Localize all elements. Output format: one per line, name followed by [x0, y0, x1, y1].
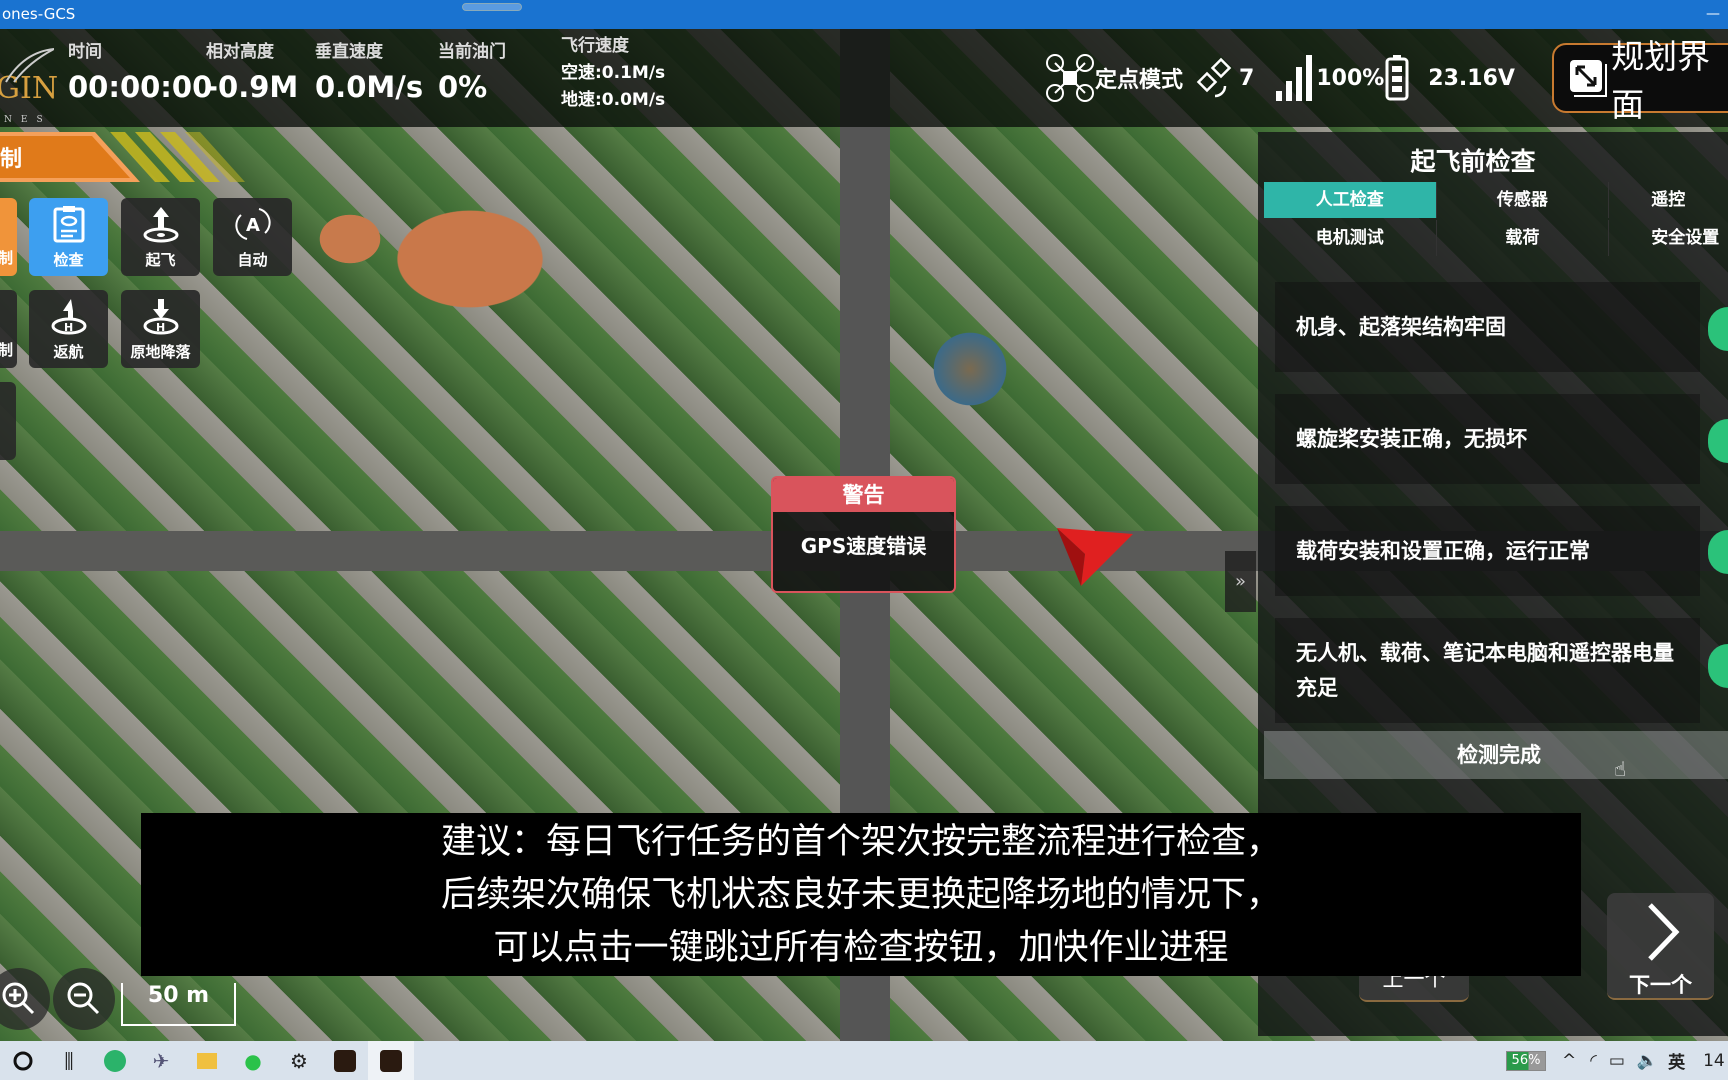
- warning-dialog: 警告 GPS速度错误: [771, 476, 956, 593]
- mouse-cursor-icon: ☝: [1614, 757, 1627, 781]
- tab-safety[interactable]: 安全设置: [1609, 220, 1728, 256]
- stat-altitude: 相对高度 -0.9M: [206, 42, 299, 104]
- check-item: 无人机、载荷、笔记本电脑和遥控器电量充足: [1275, 618, 1700, 723]
- control-button-manual-2[interactable]: 制: [0, 290, 17, 368]
- clock[interactable]: 14: [1703, 1051, 1725, 1071]
- panel-collapse-button[interactable]: »: [1225, 551, 1256, 612]
- chevron-right-icon: [1647, 903, 1679, 961]
- warning-message: GPS速度错误: [800, 534, 927, 558]
- check-item: 载荷安装和设置正确，运行正常: [1275, 506, 1700, 596]
- control-button-land[interactable]: H 原地降落: [121, 290, 200, 368]
- takeoff-icon: [143, 206, 178, 242]
- settings-icon[interactable]: ⚙: [276, 1041, 322, 1080]
- brand-logo: GIN NES: [0, 39, 60, 125]
- satellite-count: 7: [1239, 65, 1255, 91]
- wechat-icon[interactable]: ●: [230, 1041, 276, 1080]
- check-toggle[interactable]: [1708, 307, 1728, 351]
- panel-title: 起飞前检查: [1410, 147, 1536, 176]
- control-button-takeoff[interactable]: 起飞: [121, 198, 200, 276]
- control-banner: 制: [0, 132, 245, 182]
- subtitle-caption: 建议：每日飞行任务的首个架次按完整流程进行检查， 后续架次确保飞机状态良好未更换…: [141, 813, 1581, 976]
- warning-title: 警告: [773, 478, 954, 512]
- auto-mode-icon: A: [234, 207, 271, 240]
- control-button-check[interactable]: 检查: [29, 198, 108, 276]
- titlebar-handle[interactable]: [462, 3, 522, 11]
- svg-text:A: A: [246, 215, 260, 236]
- zoom-out-icon: [67, 982, 100, 1015]
- minimize-button[interactable]: —: [1706, 0, 1720, 29]
- chevron-up-icon[interactable]: ^: [1562, 1051, 1576, 1071]
- stat-time: 时间 00:00:00: [68, 42, 213, 104]
- control-button-manual[interactable]: 制: [0, 198, 17, 276]
- land-icon: H: [143, 298, 178, 334]
- stat-throttle: 当前油门 0%: [438, 42, 506, 104]
- plan-view-button[interactable]: 规划界面: [1552, 37, 1728, 124]
- check-toggle[interactable]: [1708, 530, 1728, 574]
- drone-icon: [1046, 54, 1094, 102]
- map-scale-bar: 50 m: [121, 983, 236, 1026]
- return-home-icon: H: [51, 298, 86, 334]
- app-icon-green[interactable]: [92, 1041, 138, 1080]
- tab-motor-test[interactable]: 电机测试: [1264, 220, 1437, 256]
- tab-sensors[interactable]: 传感器: [1437, 182, 1610, 218]
- battery-indicator[interactable]: 56%: [1506, 1050, 1546, 1071]
- banner-label: 制: [0, 147, 22, 172]
- check-item: 螺旋桨安装正确，无损坏: [1275, 394, 1700, 484]
- gcs-app-icon[interactable]: [322, 1041, 368, 1080]
- search-icon[interactable]: [0, 1041, 46, 1080]
- svg-text:H: H: [156, 321, 165, 334]
- tab-payload[interactable]: 载荷: [1437, 220, 1610, 256]
- file-explorer-icon[interactable]: [184, 1041, 230, 1080]
- zoom-in-icon: [2, 982, 35, 1015]
- check-complete-button[interactable]: 检测完成: [1264, 731, 1728, 779]
- check-item: 机身、起落架结构牢固: [1275, 282, 1700, 372]
- signal-icon: [1276, 55, 1313, 101]
- battery-icon[interactable]: ▭: [1609, 1051, 1625, 1071]
- expand-icon: [1570, 60, 1607, 97]
- zoom-out-button[interactable]: [53, 968, 115, 1030]
- clipboard-icon: [53, 205, 84, 242]
- telemetry-bar: GIN NES 时间 00:00:00 相对高度 -0.9M 垂直速度 0.0M/s 当…: [0, 29, 1728, 127]
- stat-vertical-speed: 垂直速度 0.0M/s: [315, 42, 424, 104]
- gcs-app-icon-active[interactable]: [368, 1041, 414, 1080]
- control-button-return-home[interactable]: H 返航: [29, 290, 108, 368]
- input-method[interactable]: 英: [1668, 1048, 1685, 1073]
- task-view-icon[interactable]: ⫼: [46, 1041, 92, 1080]
- tab-remote[interactable]: 遥控: [1609, 182, 1728, 218]
- status-group: 定点模式 7 100% 23.16V: [1045, 29, 1515, 127]
- stat-flight-speed: 飞行速度 空速:0.1M/s 地速:0.0M/s: [561, 36, 666, 110]
- tab-manual-check[interactable]: 人工检查: [1264, 182, 1437, 218]
- check-toggle[interactable]: [1708, 644, 1728, 688]
- battery-icon: [1385, 55, 1409, 101]
- taskbar: ⫼ ✈ ● ⚙ 56% ^ ◜ ▭ 🔈 英 14: [0, 1041, 1728, 1080]
- flight-mode[interactable]: 定点模式: [1095, 62, 1183, 94]
- tab-row-2: 电机测试 载荷 安全设置: [1264, 220, 1728, 256]
- system-tray: 56% ^ ◜ ▭ 🔈 英 14: [1506, 1041, 1725, 1080]
- volume-icon[interactable]: 🔈: [1637, 1051, 1658, 1071]
- satellite-icon: [1196, 57, 1232, 98]
- svg-text:H: H: [64, 321, 73, 334]
- drone-heading-arrow: [1057, 528, 1133, 586]
- control-button-partial[interactable]: [0, 382, 16, 460]
- battery-voltage: 23.16V: [1428, 65, 1515, 91]
- window-title: ones-GCS: [2, 5, 76, 23]
- check-toggle[interactable]: [1708, 419, 1728, 463]
- next-button[interactable]: 下一个: [1607, 893, 1714, 1000]
- control-button-auto[interactable]: A 自动: [213, 198, 292, 276]
- window-titlebar: ones-GCS —: [0, 0, 1728, 29]
- wifi-icon[interactable]: ◜: [1590, 1051, 1597, 1071]
- tab-row-1: 人工检查 传感器 遥控: [1264, 182, 1728, 218]
- app-icon-bird[interactable]: ✈: [138, 1041, 184, 1080]
- signal-strength: 100%: [1316, 65, 1385, 91]
